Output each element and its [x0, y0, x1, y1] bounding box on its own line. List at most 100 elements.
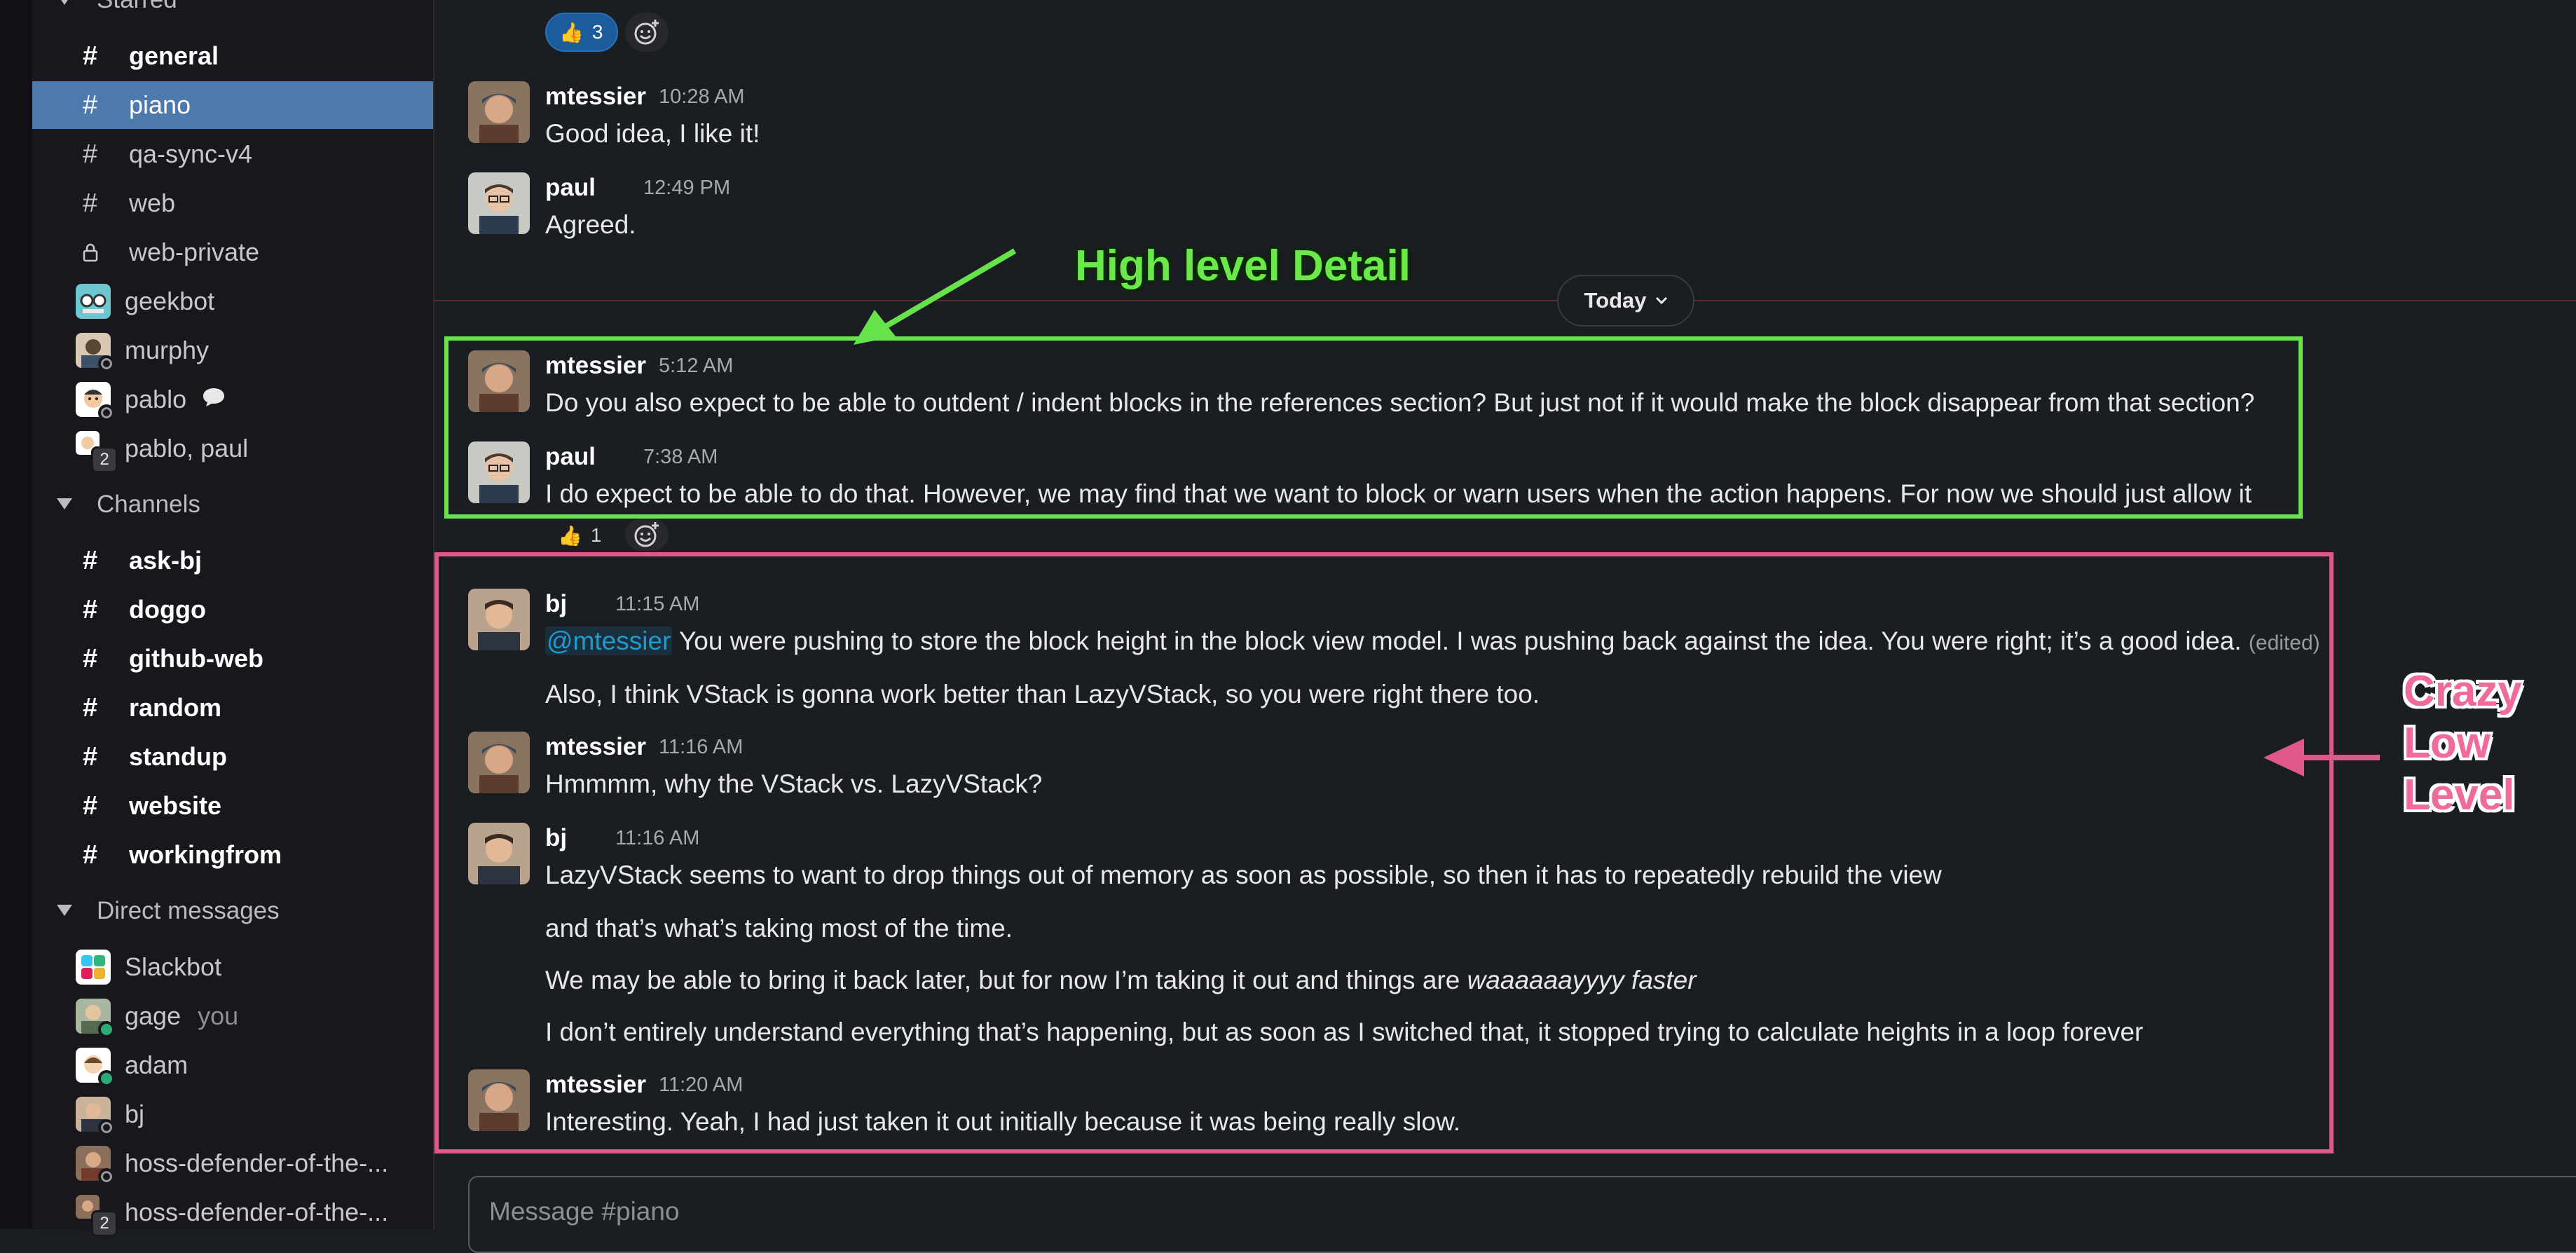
- sidebar-item-piano[interactable]: # piano: [32, 81, 433, 129]
- date-jump-button[interactable]: Today: [1557, 275, 1694, 327]
- away-status-icon: [98, 355, 115, 372]
- sidebar-item-label: gage: [125, 1001, 181, 1030]
- section-label: Direct messages: [97, 897, 280, 924]
- hash-icon: #: [83, 741, 98, 772]
- sidebar-item-label: ask-bj: [129, 546, 203, 575]
- avatar: 2: [76, 1195, 118, 1237]
- hash-icon: #: [83, 643, 98, 673]
- avatar: [76, 950, 111, 985]
- member-count-badge: 2: [91, 1210, 118, 1237]
- sidebar-item-label: hoss-defender-of-the-...: [125, 1149, 389, 1177]
- annotation-box-high-level: [444, 336, 2303, 519]
- message-text: Agreed.: [545, 210, 636, 239]
- hash-icon: #: [83, 790, 98, 821]
- hash-icon: #: [83, 840, 98, 870]
- author-name[interactable]: paul: [545, 174, 596, 202]
- away-status-icon: [98, 404, 115, 421]
- sidebar-item-label: web: [129, 189, 176, 217]
- sidebar-item-label: workingfrom: [129, 840, 282, 869]
- you-label: you: [198, 1001, 239, 1030]
- speech-bubble-icon: [202, 385, 226, 414]
- sidebar-item-label: doggo: [129, 595, 206, 624]
- thumbs-up-icon: 👍: [559, 21, 584, 43]
- sidebar-item-qa-sync-v4[interactable]: # qa-sync-v4: [32, 130, 433, 178]
- annotation-arrow-green: [854, 248, 1017, 345]
- date-divider-line: [434, 300, 2576, 301]
- sidebar-item-label: bj: [125, 1100, 145, 1128]
- sidebar-item-label: Slackbot: [125, 952, 222, 981]
- caret-down-icon: [32, 0, 97, 6]
- sidebar-item-label: general: [129, 41, 219, 70]
- timestamp[interactable]: 10:28 AM: [659, 85, 745, 109]
- sidebar-item-workingfrom[interactable]: # workingfrom: [32, 831, 433, 879]
- date-divider-label: Today: [1584, 288, 1647, 313]
- avatar: [76, 333, 115, 372]
- sidebar-item-bj[interactable]: bj: [32, 1090, 433, 1138]
- add-reaction-button[interactable]: [625, 13, 669, 52]
- sidebar-item-random[interactable]: # random: [32, 684, 433, 732]
- sidebar-item-label: standup: [129, 742, 227, 771]
- caret-down-icon: [32, 905, 97, 917]
- sidebar-item-doggo[interactable]: # doggo: [32, 586, 433, 634]
- avatar: [76, 284, 111, 319]
- timestamp[interactable]: 12:49 PM: [643, 177, 730, 200]
- avatar[interactable]: [468, 81, 530, 143]
- reaction-count: 1: [590, 524, 602, 546]
- sidebar-item-ask-bj[interactable]: # ask-bj: [32, 537, 433, 584]
- lock-icon: [83, 242, 123, 262]
- sidebar-item-web-private[interactable]: web-private: [32, 228, 433, 276]
- sidebar-item-web[interactable]: # web: [32, 179, 433, 227]
- sidebar-item-label: web-private: [129, 238, 260, 266]
- message-composer[interactable]: Message #piano: [468, 1176, 2576, 1253]
- sidebar-item-label: hoss-defender-of-the-...: [125, 1198, 389, 1226]
- avatar: [76, 382, 115, 421]
- reaction-thumbs-up[interactable]: 👍 3: [545, 13, 618, 52]
- avatar: [76, 1097, 115, 1136]
- avatar[interactable]: [468, 172, 530, 234]
- sidebar-item-standup[interactable]: # standup: [32, 733, 433, 781]
- reaction-thumbs-up[interactable]: 👍 1: [545, 519, 612, 552]
- sidebar-item-label: github-web: [129, 644, 263, 673]
- online-status-icon: [98, 1021, 115, 1038]
- sidebar-item-github-web[interactable]: # github-web: [32, 635, 433, 683]
- dms-section-header[interactable]: Direct messages: [32, 890, 433, 932]
- sidebar-item-gage[interactable]: gage you: [32, 992, 433, 1040]
- member-count-badge: 2: [91, 446, 118, 473]
- sidebar-item-pablo[interactable]: pablo: [32, 376, 433, 423]
- online-status-icon: [98, 1070, 115, 1087]
- workspace-strip: [0, 0, 32, 1229]
- sidebar-item-label: qa-sync-v4: [129, 139, 253, 168]
- sidebar-item-general[interactable]: # general: [32, 32, 433, 80]
- author-name[interactable]: mtessier: [545, 83, 646, 111]
- avatar: [76, 999, 115, 1038]
- sidebar-item-label: pablo: [125, 385, 187, 413]
- sidebar-item-label: website: [129, 791, 222, 820]
- add-reaction-button[interactable]: [625, 519, 669, 551]
- hash-icon: #: [83, 692, 98, 723]
- sidebar-item-label: random: [129, 693, 222, 722]
- sidebar-item-hoss[interactable]: hoss-defender-of-the-...: [32, 1139, 433, 1187]
- sidebar-item-label: adam: [125, 1050, 189, 1079]
- thumbs-up-icon: 👍: [558, 524, 582, 547]
- sidebar-item-slackbot[interactable]: Slackbot: [32, 943, 433, 991]
- reaction-count: 3: [591, 21, 603, 43]
- sidebar-item-website[interactable]: # website: [32, 782, 433, 830]
- section-label: Starred: [97, 0, 177, 14]
- channels-section-header[interactable]: Channels: [32, 484, 433, 526]
- starred-section-header[interactable]: Starred: [32, 0, 433, 21]
- avatar: 2: [76, 431, 118, 473]
- hash-icon: #: [83, 139, 98, 169]
- annotation-label-high-level: High level Detail: [1075, 242, 1411, 290]
- hash-icon: #: [83, 41, 98, 71]
- sidebar-item-label: piano: [129, 90, 191, 119]
- avatar: [76, 1048, 115, 1087]
- sidebar-item-murphy[interactable]: murphy: [32, 327, 433, 374]
- hash-icon: #: [83, 188, 98, 218]
- sidebar-item-label: geekbot: [125, 287, 215, 315]
- avatar: [76, 1146, 115, 1185]
- annotation-box-low-level: [434, 552, 2334, 1153]
- sidebar-item-pablo-paul[interactable]: 2 pablo, paul: [32, 425, 433, 473]
- hash-icon: #: [83, 545, 98, 575]
- sidebar-item-geekbot[interactable]: geekbot: [32, 278, 433, 325]
- sidebar-item-adam[interactable]: adam: [32, 1041, 433, 1089]
